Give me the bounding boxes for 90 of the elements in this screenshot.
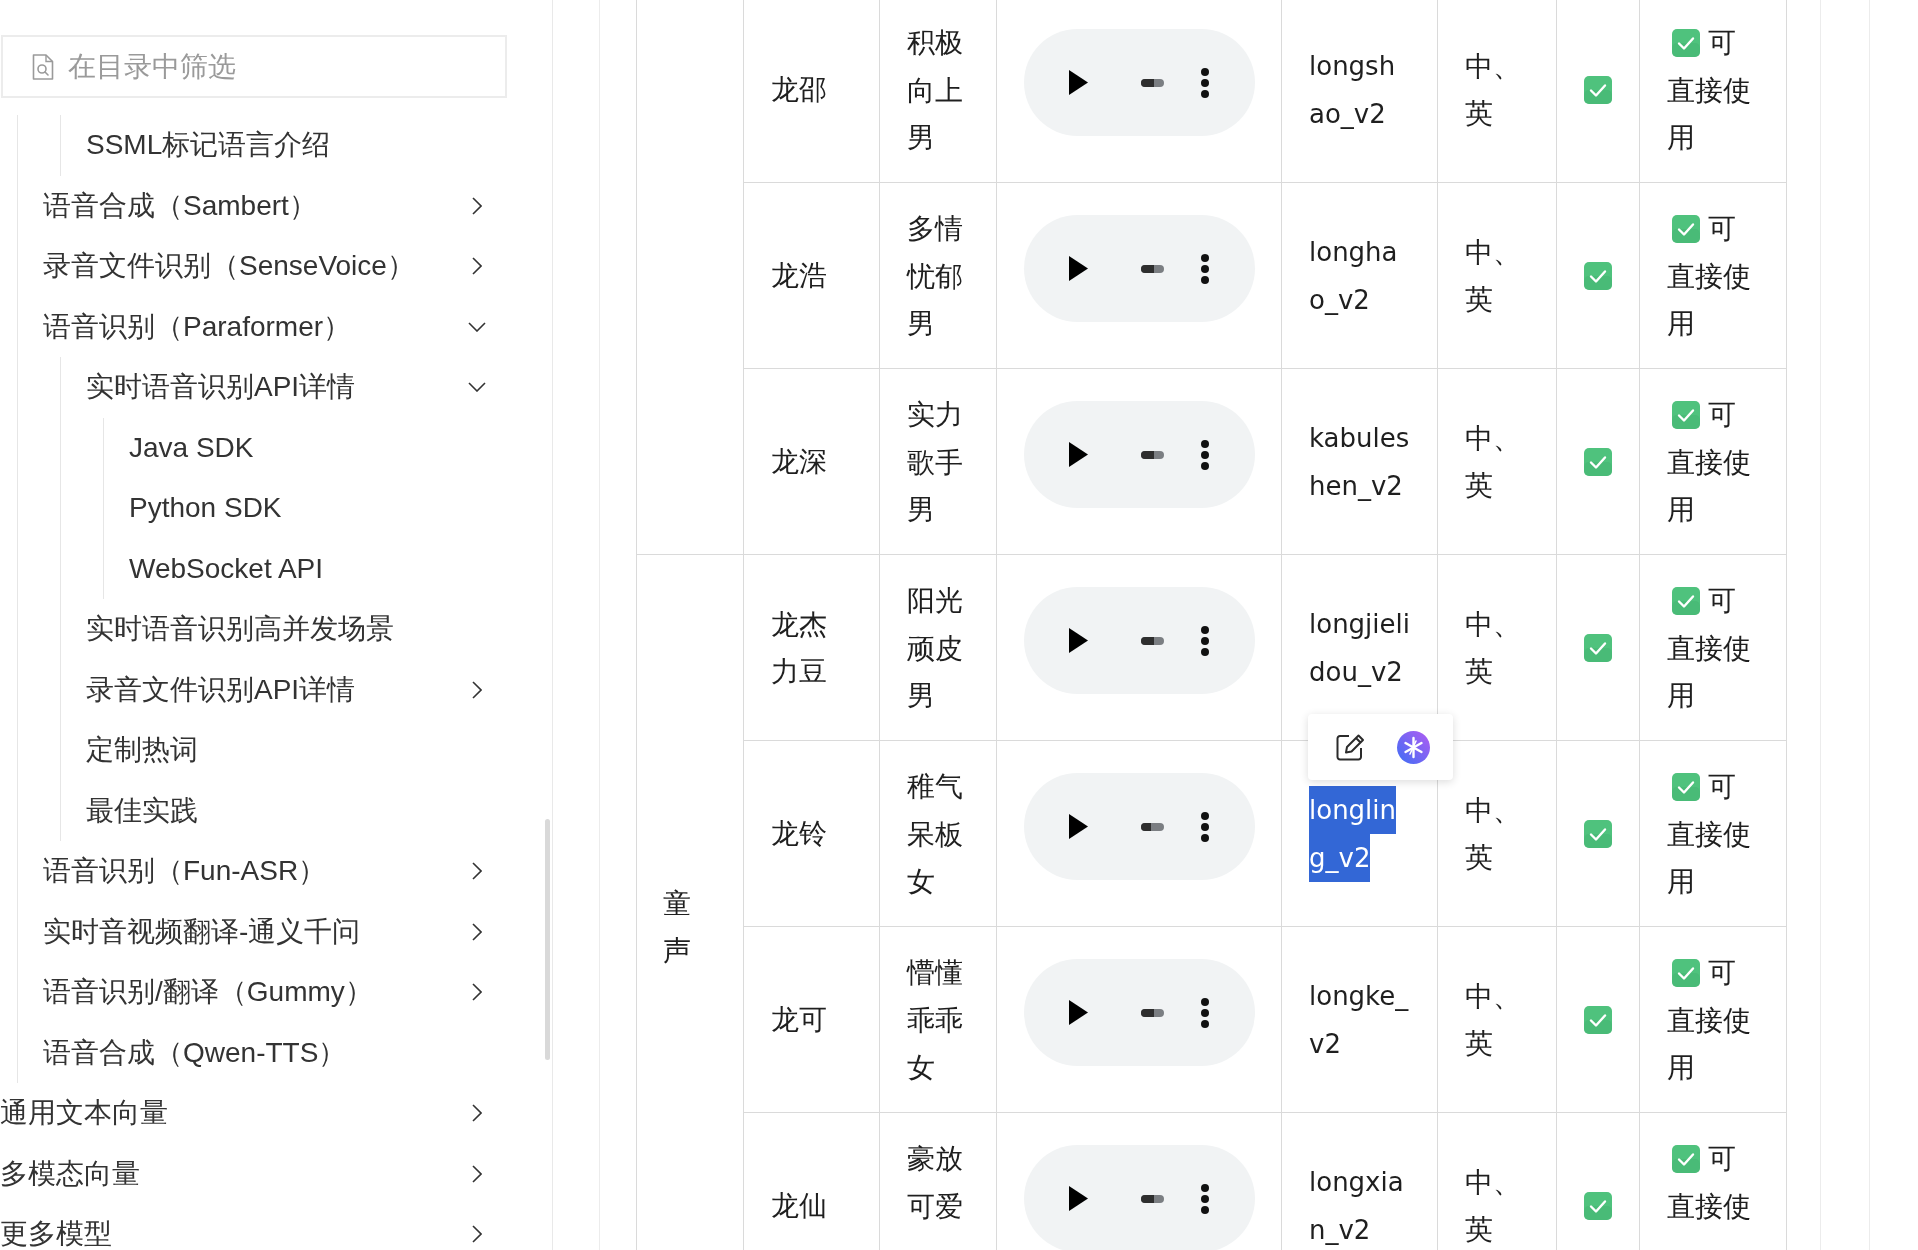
language-text: 中、英 xyxy=(1465,980,1521,1059)
more-options-icon[interactable] xyxy=(1201,811,1209,842)
progress-track[interactable] xyxy=(1141,78,1164,87)
voice-description: 阳光顽皮男 xyxy=(907,585,963,711)
language-text: 中、英 xyxy=(1465,1166,1521,1245)
nav-item[interactable]: 语音识别（Paraformer） xyxy=(43,309,352,344)
voice-id: longjielidou_v2 xyxy=(1309,607,1411,689)
chevron-right-icon[interactable] xyxy=(472,983,482,1002)
more-options-icon[interactable] xyxy=(1201,1183,1209,1214)
voice-name: 龙杰力豆 xyxy=(771,608,827,687)
nav-item[interactable]: 定制热词 xyxy=(86,733,198,768)
voice-id: longhao_v2 xyxy=(1309,235,1399,317)
nav-item[interactable]: 录音文件识别（SenseVoice） xyxy=(43,249,415,284)
chevron-down-icon[interactable] xyxy=(468,321,486,332)
play-icon[interactable] xyxy=(1069,256,1088,281)
nav-item[interactable]: 更多模型 xyxy=(0,1217,112,1250)
nav-item[interactable]: 语音识别（Fun-ASR） xyxy=(43,854,327,889)
sparkle-icon[interactable] xyxy=(1397,730,1430,764)
chevron-right-icon[interactable] xyxy=(472,196,482,215)
category-label: 童声 xyxy=(663,887,691,966)
nav-item[interactable]: 实时音视频翻译-通义千问 xyxy=(43,914,361,949)
language-text: 中、英 xyxy=(1465,608,1521,687)
voice-id: longxian_v2 xyxy=(1309,1165,1405,1247)
voice-id: longke_v2 xyxy=(1309,979,1410,1061)
usage-text: 可直接使用 xyxy=(1667,27,1751,153)
nav-item[interactable]: 最佳实践 xyxy=(86,793,198,828)
nav-item[interactable]: WebSocket API xyxy=(129,551,324,586)
usage-text: 可直接使用 xyxy=(1667,957,1751,1083)
nav-item[interactable]: 语音合成（Sambert） xyxy=(43,188,317,223)
chevron-right-icon[interactable] xyxy=(472,1225,482,1244)
voice-name: 龙浩 xyxy=(771,260,827,291)
voice-name: 龙深 xyxy=(771,446,827,477)
progress-track[interactable] xyxy=(1141,264,1164,273)
more-options-icon[interactable] xyxy=(1201,439,1209,470)
voice-description: 稚气呆板女 xyxy=(907,771,963,897)
voice-name: 龙可 xyxy=(771,1004,827,1035)
progress-track[interactable] xyxy=(1141,450,1164,459)
voice-id: longshao_v2 xyxy=(1309,49,1397,131)
usage-text: 可直接使用 xyxy=(1667,399,1751,525)
nav-item[interactable]: 录音文件识别API详情 xyxy=(86,672,356,707)
nav-item[interactable]: 语音合成（Qwen-TTS） xyxy=(43,1035,347,1070)
chevron-right-icon[interactable] xyxy=(472,257,482,276)
chevron-down-icon[interactable] xyxy=(468,382,486,393)
chevron-right-icon[interactable] xyxy=(472,1164,482,1183)
document-search-icon xyxy=(32,54,54,80)
nav-item[interactable]: 语音识别/翻译（Gummy） xyxy=(43,975,373,1010)
usage-text: 可直接使用 xyxy=(1667,585,1751,711)
nav-item[interactable]: 实时语音识别API详情 xyxy=(86,370,356,405)
play-icon[interactable] xyxy=(1069,70,1088,95)
chevron-right-icon[interactable] xyxy=(472,922,482,941)
progress-track[interactable] xyxy=(1141,636,1164,645)
voice-description: 多情忧郁男 xyxy=(907,213,963,339)
play-icon[interactable] xyxy=(1069,1186,1088,1211)
more-options-icon[interactable] xyxy=(1201,997,1209,1028)
language-text: 中、英 xyxy=(1465,236,1521,315)
nav-item[interactable]: SSML标记语言介绍 xyxy=(86,128,331,163)
voice-id: kabuleshen_v2 xyxy=(1309,421,1411,503)
play-icon[interactable] xyxy=(1069,628,1088,653)
play-icon[interactable] xyxy=(1069,1000,1088,1025)
usage-text: 可直接使 xyxy=(1667,1143,1751,1222)
usage-text: 可直接使用 xyxy=(1667,213,1751,339)
nav-item[interactable]: 实时语音识别高并发场景 xyxy=(86,612,394,647)
chevron-right-icon[interactable] xyxy=(472,680,482,699)
voice-description: 积极向上男 xyxy=(907,27,963,153)
voice-description: 豪放可爱 xyxy=(907,1143,963,1222)
chevron-right-icon[interactable] xyxy=(472,862,482,881)
scrollbar-thumb[interactable] xyxy=(545,819,550,1060)
nav-item[interactable]: Python SDK xyxy=(129,491,282,526)
more-options-icon[interactable] xyxy=(1201,253,1209,284)
progress-track[interactable] xyxy=(1141,1194,1164,1203)
language-text: 中、英 xyxy=(1465,422,1521,501)
more-options-icon[interactable] xyxy=(1201,625,1209,656)
nav-item[interactable]: 通用文本向量 xyxy=(0,1096,168,1131)
nav-item[interactable]: 多模态向量 xyxy=(0,1156,140,1191)
language-text: 中、英 xyxy=(1465,50,1521,129)
voice-description: 懵懂乖乖女 xyxy=(907,957,963,1083)
more-options-icon[interactable] xyxy=(1201,67,1209,98)
play-icon[interactable] xyxy=(1069,442,1088,467)
voice-description: 实力歌手男 xyxy=(907,399,963,525)
language-text: 中、英 xyxy=(1465,794,1521,873)
voice-name: 龙邵 xyxy=(771,74,827,105)
voice-name: 龙仙 xyxy=(771,1190,827,1221)
nav-item[interactable]: Java SDK xyxy=(129,430,254,465)
voice-name: 龙铃 xyxy=(771,818,827,849)
chevron-right-icon[interactable] xyxy=(472,1104,482,1123)
progress-track[interactable] xyxy=(1141,1008,1164,1017)
filter-field[interactable]: 在目录中筛选 xyxy=(1,35,507,98)
progress-track[interactable] xyxy=(1141,822,1164,831)
usage-text: 可直接使用 xyxy=(1667,771,1751,897)
play-icon[interactable] xyxy=(1069,814,1088,839)
